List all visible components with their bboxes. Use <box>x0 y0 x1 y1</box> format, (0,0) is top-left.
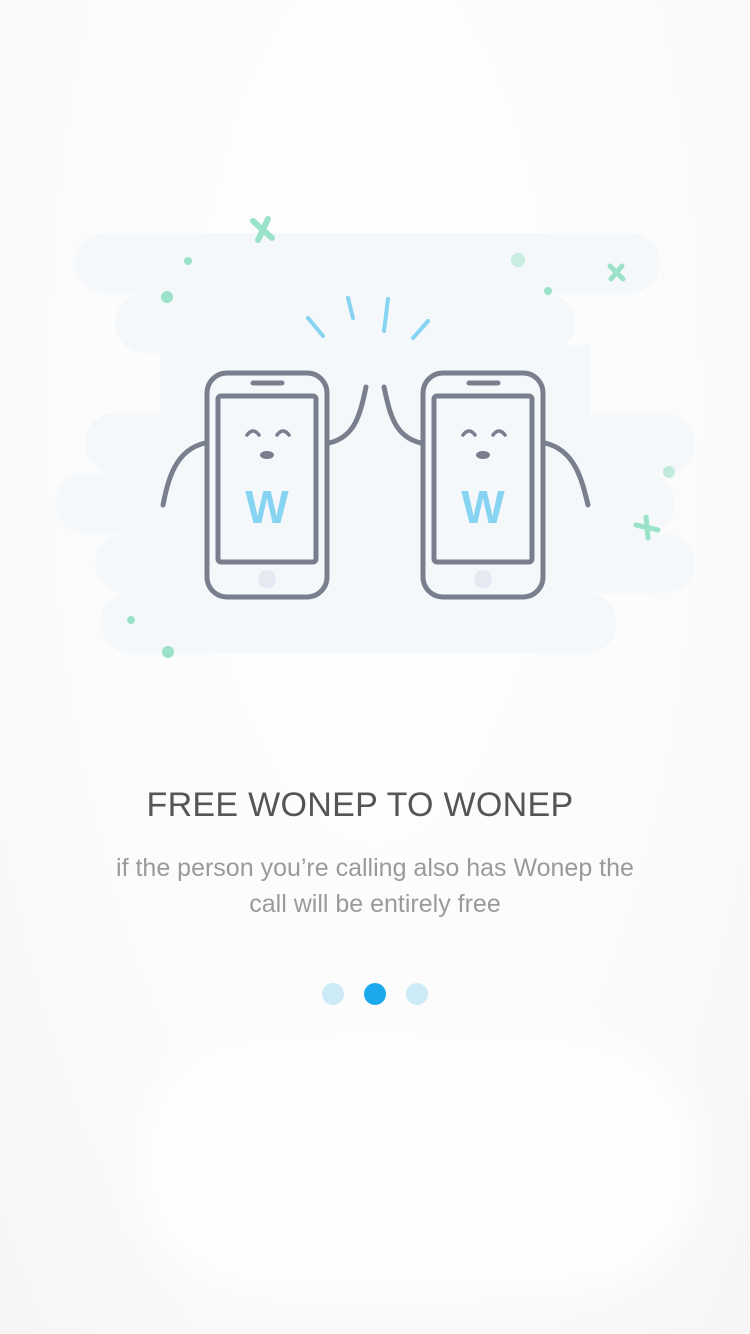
onboarding-title: FREE WONEP TO WONEP <box>146 786 574 824</box>
dot-sparkle-3 <box>511 253 525 267</box>
right-phone-home-button <box>474 570 492 588</box>
left-phone-home-button <box>258 570 276 588</box>
dot-sparkle-1 <box>184 257 192 265</box>
onboarding-screen: W W FREE WONEP TO WONEP if the person yo… <box>0 0 750 1334</box>
right-phone-logo: W <box>461 481 505 533</box>
dot-sparkle-6 <box>127 616 135 624</box>
dot-sparkle-2 <box>161 291 173 303</box>
right-phone-nose <box>476 451 490 459</box>
page-dot-3[interactable] <box>406 983 428 1005</box>
left-phone-logo: W <box>245 481 289 533</box>
page-dot-2-active[interactable] <box>364 983 386 1005</box>
page-indicator <box>0 983 750 1007</box>
dot-sparkle-5 <box>663 466 675 478</box>
page-dot-1[interactable] <box>322 983 344 1005</box>
onboarding-subtitle: if the person you’re calling also has Wo… <box>116 854 634 918</box>
high-five-phones-illustration: W W <box>50 205 710 675</box>
left-phone-nose <box>260 451 274 459</box>
dot-sparkle-7 <box>162 646 174 658</box>
cloud-background <box>55 233 695 653</box>
background-haze <box>140 1040 700 1290</box>
dot-sparkle-4 <box>544 287 552 295</box>
